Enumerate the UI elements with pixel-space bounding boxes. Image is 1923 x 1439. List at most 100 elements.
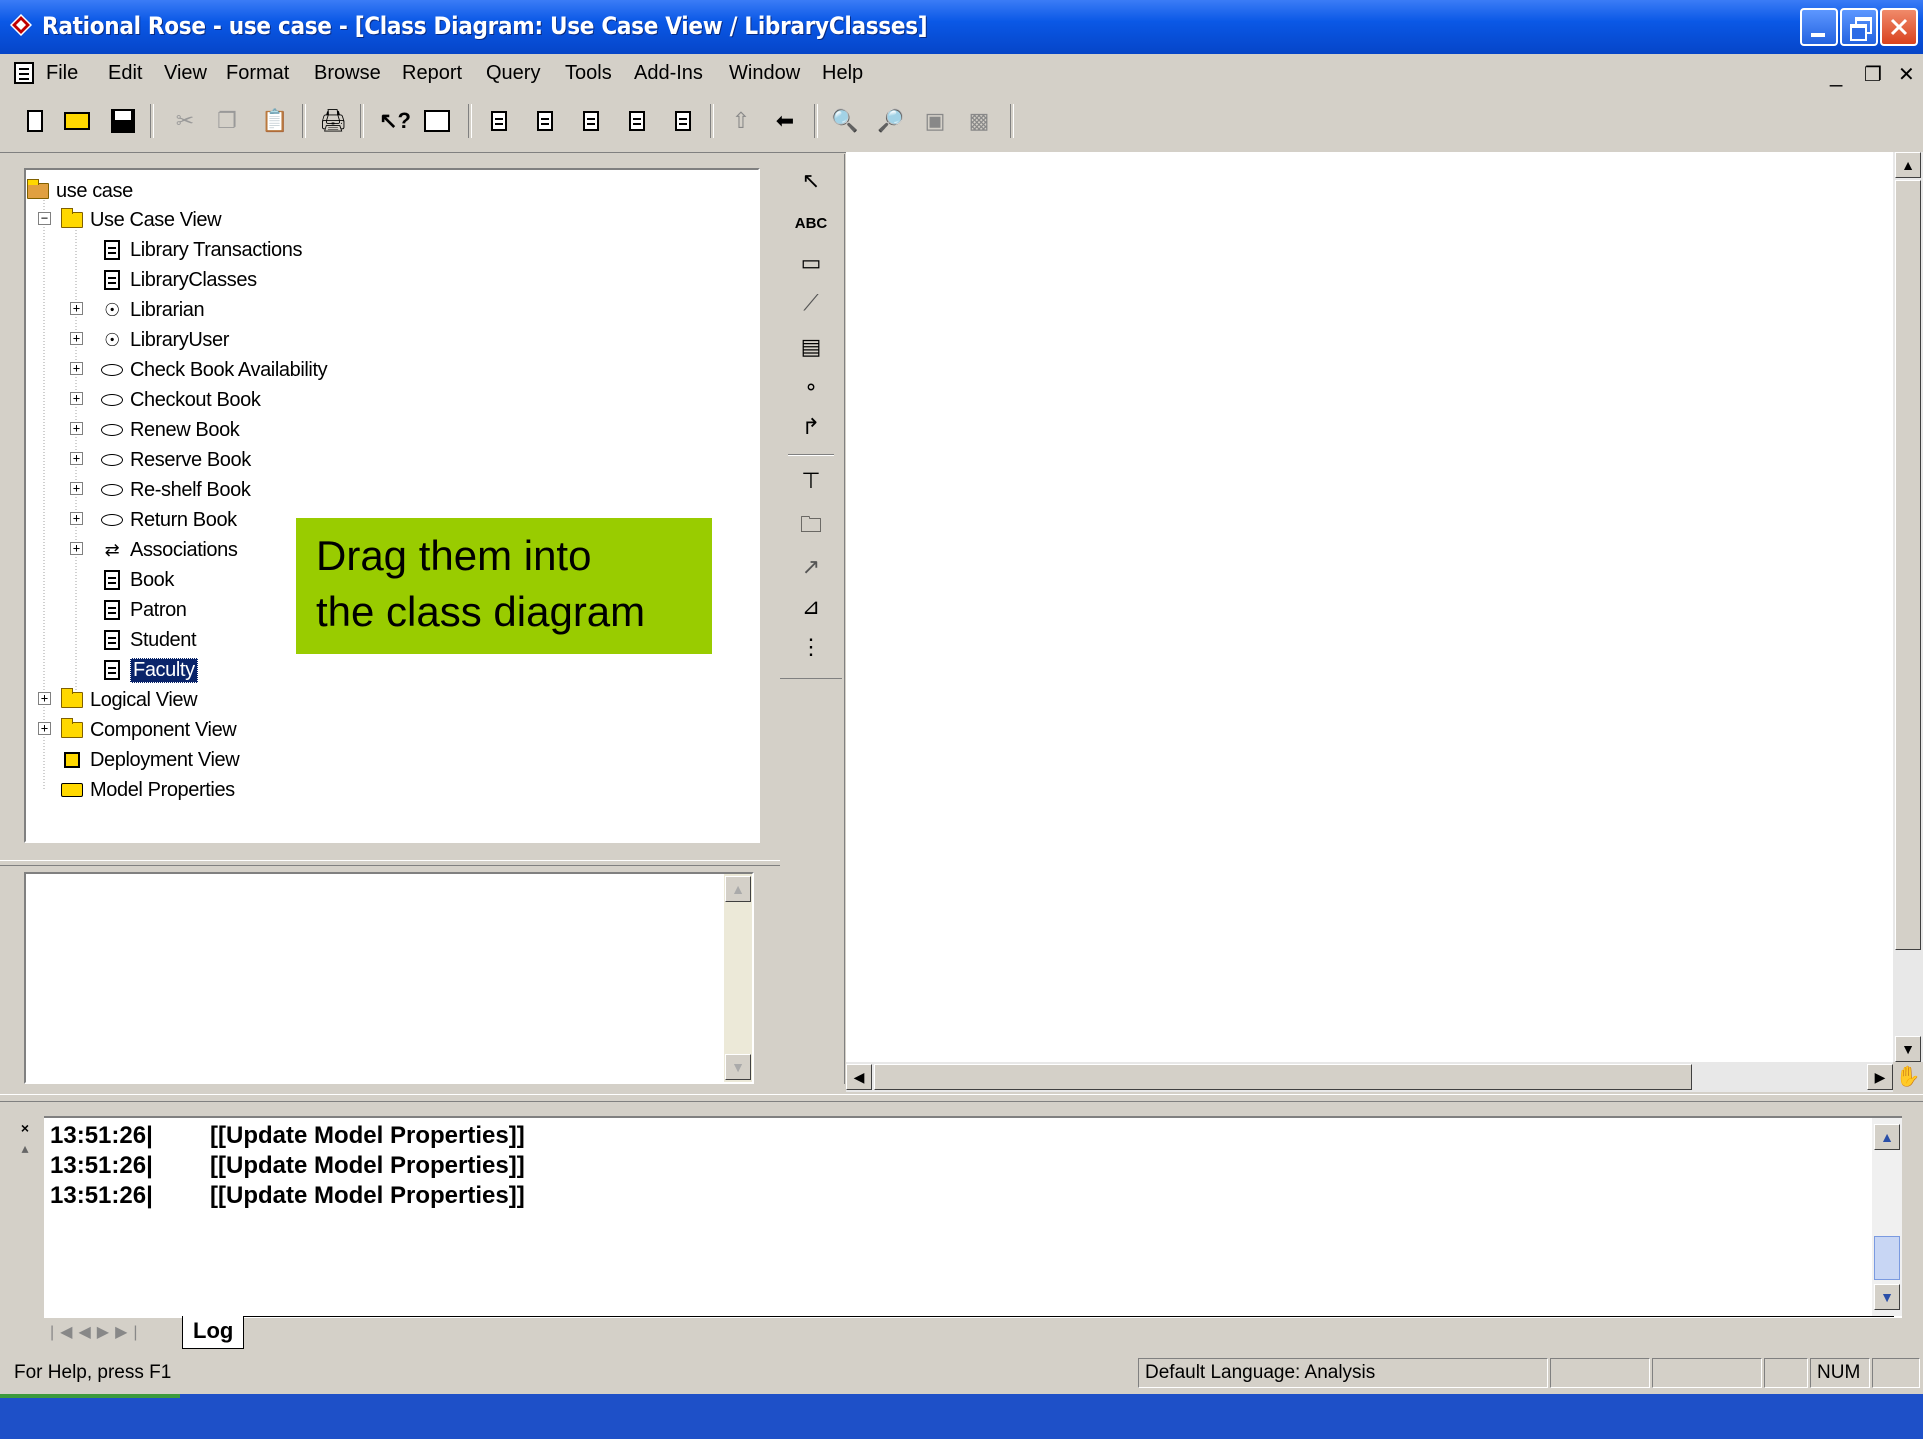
- restore-button[interactable]: [1840, 8, 1878, 46]
- use-case-diagram-icon[interactable]: [530, 106, 560, 136]
- tree-item-libraryuser[interactable]: ☉ LibraryUser: [100, 326, 229, 354]
- new-icon[interactable]: [20, 106, 50, 136]
- tab-log[interactable]: Log: [182, 1316, 245, 1349]
- tree-use-case-view[interactable]: Use Case View: [60, 206, 222, 234]
- menu-browse[interactable]: Browse: [314, 62, 381, 85]
- open-icon[interactable]: [62, 106, 92, 136]
- horizontal-scroll-thumb[interactable]: [874, 1064, 1692, 1090]
- menu-add-ins[interactable]: Add-Ins: [634, 62, 703, 85]
- minimize-button[interactable]: [1800, 8, 1838, 46]
- print-icon[interactable]: 🖨: [318, 106, 348, 136]
- tree-item-re-shelf-book[interactable]: Re-shelf Book: [100, 476, 251, 504]
- note-tool-icon[interactable]: ▭: [792, 246, 830, 280]
- mdi-close-button[interactable]: ✕: [1898, 62, 1915, 87]
- expand-logical-view[interactable]: +: [38, 692, 51, 705]
- tree-item-return-book[interactable]: Return Book: [100, 506, 237, 534]
- document-icon[interactable]: [14, 62, 34, 84]
- expand-associations[interactable]: +: [70, 542, 83, 555]
- scroll-down-icon[interactable]: ▼: [1895, 1036, 1921, 1062]
- class-diagram-icon[interactable]: [484, 106, 514, 136]
- fit-window-icon[interactable]: ▣: [920, 106, 950, 136]
- deployment-diagram-icon[interactable]: [668, 106, 698, 136]
- menu-tools[interactable]: Tools: [565, 62, 612, 85]
- tree-logical-view[interactable]: Logical View: [60, 686, 198, 714]
- paste-icon[interactable]: 📋: [260, 106, 290, 136]
- scroll-down-icon[interactable]: ▼: [725, 1054, 751, 1080]
- mdi-minimize-button[interactable]: _: [1830, 62, 1842, 88]
- zoom-in-icon[interactable]: 🔍: [830, 106, 860, 136]
- log-window[interactable]: 13:51:26| [[Update Model Properties]] 13:…: [44, 1116, 1902, 1318]
- menu-report[interactable]: Report: [402, 62, 462, 85]
- expand-reserve-book[interactable]: +: [70, 452, 83, 465]
- log-scroll-thumb[interactable]: [1874, 1236, 1900, 1280]
- context-help-icon[interactable]: ↖?: [379, 106, 411, 136]
- expand-checkout-book[interactable]: +: [70, 392, 83, 405]
- model-browser[interactable]: use case − Use Case View Library Transac…: [24, 168, 760, 843]
- vertical-scroll-thumb[interactable]: [1895, 180, 1921, 950]
- tree-item-student[interactable]: Student: [100, 626, 197, 654]
- tree-deployment-view[interactable]: Deployment View: [60, 746, 240, 774]
- menu-format[interactable]: Format: [226, 62, 289, 85]
- scroll-up-icon[interactable]: ▲: [725, 876, 751, 902]
- documentation-window[interactable]: ▲ ▼: [24, 872, 754, 1084]
- collapse-use-case-view[interactable]: −: [38, 212, 51, 225]
- association-tool-icon[interactable]: ↱: [792, 410, 830, 444]
- tree-root-use-case[interactable]: use case: [26, 177, 133, 205]
- tree-item-reserve-book[interactable]: Reserve Book: [100, 446, 251, 474]
- log-splitter[interactable]: [0, 1094, 1923, 1102]
- expand-librarian[interactable]: +: [70, 302, 83, 315]
- menu-edit[interactable]: Edit: [108, 62, 142, 85]
- interface-tool-icon[interactable]: ∘: [792, 370, 830, 404]
- generalization-tool-icon[interactable]: ⊿: [792, 590, 830, 624]
- tree-component-view[interactable]: Component View: [60, 716, 237, 744]
- scroll-up-icon[interactable]: ▲: [1874, 1124, 1900, 1150]
- menu-help[interactable]: Help: [822, 62, 863, 85]
- tree-item-renew-book[interactable]: Renew Book: [100, 416, 240, 444]
- tree-item-faculty[interactable]: Faculty: [100, 656, 198, 684]
- expand-return-book[interactable]: +: [70, 512, 83, 525]
- tree-item-library-transactions[interactable]: Library Transactions: [100, 236, 302, 264]
- tree-item-libraryclasses[interactable]: LibraryClasses: [100, 266, 257, 294]
- tree-item-checkout-book[interactable]: Checkout Book: [100, 386, 261, 414]
- browse-parent-icon[interactable]: ⇧: [726, 106, 756, 136]
- menu-file[interactable]: File: [46, 62, 78, 85]
- close-button[interactable]: [1880, 8, 1918, 46]
- previous-diagram-icon[interactable]: ⬅: [770, 106, 800, 136]
- menu-query[interactable]: Query: [486, 62, 540, 85]
- class-tool-icon[interactable]: ▤: [792, 330, 830, 364]
- tree-item-check-book-availability[interactable]: Check Book Availability: [100, 356, 328, 384]
- zoom-out-icon[interactable]: 🔎: [876, 106, 906, 136]
- scroll-up-icon[interactable]: ▲: [1895, 152, 1921, 178]
- diagram-vertical-scrollbar[interactable]: ▲ ▼: [1893, 152, 1923, 1062]
- doc-vertical-scrollbar[interactable]: ▲ ▼: [724, 874, 752, 1082]
- tree-item-book[interactable]: Book: [100, 566, 174, 594]
- aggregation-tool-icon[interactable]: ⊤: [792, 464, 830, 498]
- title-bar[interactable]: Rational Rose - use case - [Class Diagra…: [0, 0, 1923, 54]
- expand-re-shelf-book[interactable]: +: [70, 482, 83, 495]
- expand-renew-book[interactable]: +: [70, 422, 83, 435]
- anchor-note-tool-icon[interactable]: ⟋: [792, 286, 830, 320]
- realize-tool-icon[interactable]: ⋮: [792, 630, 830, 664]
- dependency-tool-icon[interactable]: ↗: [792, 550, 830, 584]
- menu-window[interactable]: Window: [729, 62, 800, 85]
- copy-icon[interactable]: ❐: [212, 106, 242, 136]
- tab-navigation-arrows[interactable]: |◀◀▶▶|: [50, 1322, 144, 1342]
- expand-libraryuser[interactable]: +: [70, 332, 83, 345]
- mdi-restore-button[interactable]: ❐: [1864, 62, 1882, 87]
- pan-hand-icon[interactable]: ✋: [1893, 1062, 1923, 1092]
- diagram-horizontal-scrollbar[interactable]: ◀ ▶: [846, 1062, 1893, 1092]
- scroll-left-icon[interactable]: ◀: [846, 1064, 872, 1090]
- cut-icon[interactable]: ✂: [170, 106, 200, 136]
- scroll-right-icon[interactable]: ▶: [1867, 1064, 1893, 1090]
- expand-component-view[interactable]: +: [38, 722, 51, 735]
- text-box-tool[interactable]: ABC: [792, 206, 830, 240]
- scroll-down-icon[interactable]: ▼: [1874, 1284, 1900, 1310]
- expand-check-book-availability[interactable]: +: [70, 362, 83, 375]
- component-diagram-icon[interactable]: [576, 106, 606, 136]
- undo-fit-icon[interactable]: ▩: [964, 106, 994, 136]
- log-vertical-scrollbar[interactable]: ▲ ▼: [1872, 1118, 1902, 1316]
- menu-view[interactable]: View: [164, 62, 207, 85]
- log-restore-icon[interactable]: ▴: [16, 1140, 34, 1158]
- package-tool-icon[interactable]: 🗀: [792, 510, 830, 544]
- class-diagram-canvas[interactable]: ▲ ▼ ◀ ▶ ✋: [846, 152, 1923, 1092]
